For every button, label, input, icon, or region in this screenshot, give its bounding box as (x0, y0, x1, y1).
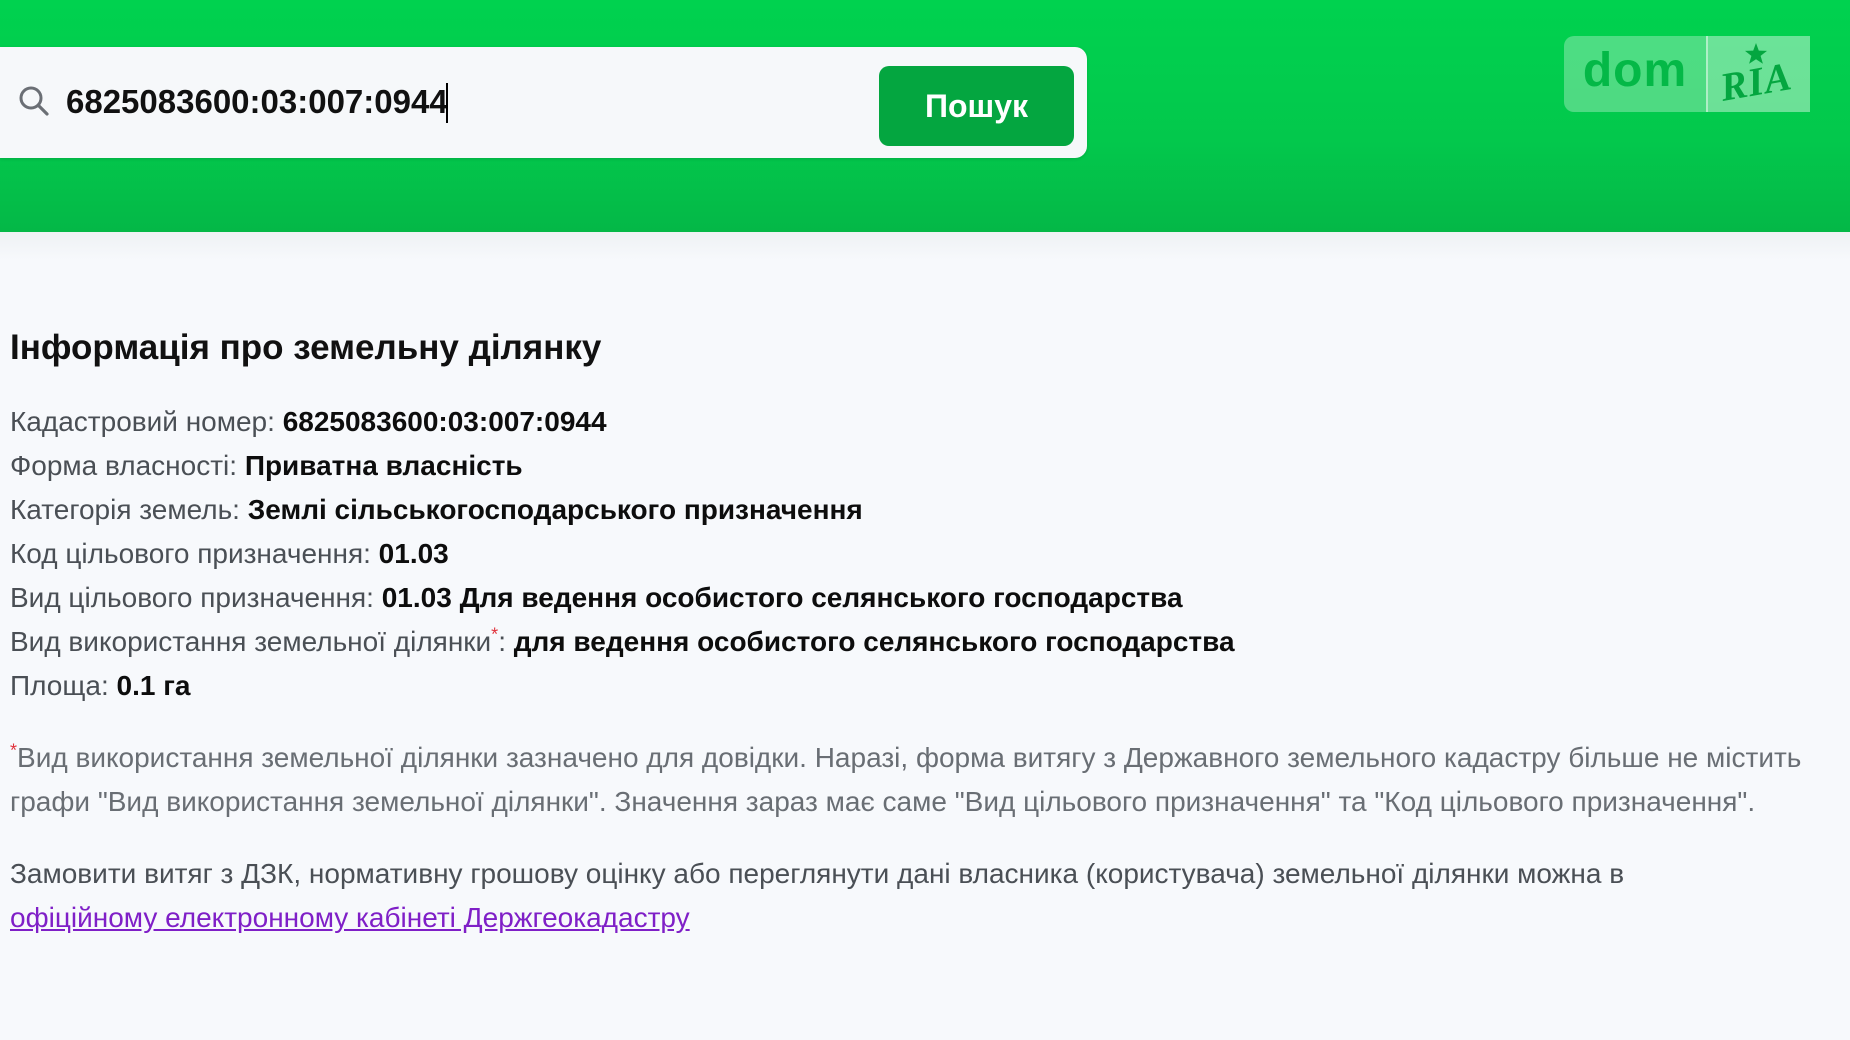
parcel-info: Кадастровий номер: 6825083600:03:007:094… (10, 400, 1810, 708)
info-value: 01.03 Для ведення особистого селянського… (381, 582, 1183, 613)
geocadastre-cabinet-link[interactable]: офіційному електронному кабінеті Держгео… (10, 902, 690, 933)
search-button[interactable]: Пошук (879, 66, 1074, 146)
text-caret (446, 83, 448, 123)
info-label: Вид цільового призначення: (10, 582, 374, 613)
logo-dom-part: dom (1564, 36, 1708, 112)
main-content: Інформація про земельну ділянку Кадастро… (10, 320, 1810, 940)
info-row-purpose-code: Код цільового призначення: 01.03 (10, 532, 1810, 576)
search-input[interactable] (66, 71, 866, 133)
info-label-text: Вид використання земельної ділянки (10, 626, 492, 657)
logo-ria-text: RIA (1716, 53, 1796, 110)
info-row-land-category: Категорія земель: Землі сільськогосподар… (10, 488, 1810, 532)
info-row-area: Площа: 0.1 га (10, 664, 1810, 708)
footnote: *Вид використання земельної ділянки зазн… (10, 736, 1810, 824)
info-label: Форма власності: (10, 450, 238, 481)
info-value: 6825083600:03:007:0944 (282, 406, 607, 437)
info-row-usage-type: Вид використання земельної ділянки*: для… (10, 620, 1810, 664)
search-icon (19, 86, 49, 116)
info-value: 01.03 (378, 538, 449, 569)
logo-ria-part: RIA (1708, 36, 1810, 112)
info-value: для ведення особистого селянського госпо… (513, 626, 1235, 657)
header-divider (0, 232, 1850, 260)
dom-ria-logo[interactable]: dom RIA (1564, 36, 1810, 112)
page-title: Інформація про земельну ділянку (10, 328, 602, 367)
info-value: Землі сільськогосподарського призначення (247, 494, 863, 525)
info-label: Категорія земель: (10, 494, 240, 525)
cta-text: Замовити витяг з ДЗК, нормативну грошову… (10, 858, 1625, 889)
info-label: Площа: (10, 670, 109, 701)
info-value: 0.1 га (116, 670, 191, 701)
footnote-text: Вид використання земельної ділянки зазна… (10, 742, 1802, 817)
info-label-colon: : (498, 626, 506, 657)
info-label: Кадастровий номер: (10, 406, 275, 437)
info-row-cadastral-number: Кадастровий номер: 6825083600:03:007:094… (10, 400, 1810, 444)
header: Пошук dom RIA (0, 0, 1850, 232)
cta-paragraph: Замовити витяг з ДЗК, нормативну грошову… (10, 852, 1810, 940)
info-row-ownership-form: Форма власності: Приватна власність (10, 444, 1810, 488)
info-label: Код цільового призначення: (10, 538, 371, 569)
info-value: Приватна власність (244, 450, 523, 481)
search-box: Пошук (0, 47, 1087, 158)
info-label: Вид використання земельної ділянки*: (10, 626, 506, 657)
info-row-purpose-type: Вид цільового призначення: 01.03 Для вед… (10, 576, 1810, 620)
footnote-asterisk: * (10, 740, 18, 761)
